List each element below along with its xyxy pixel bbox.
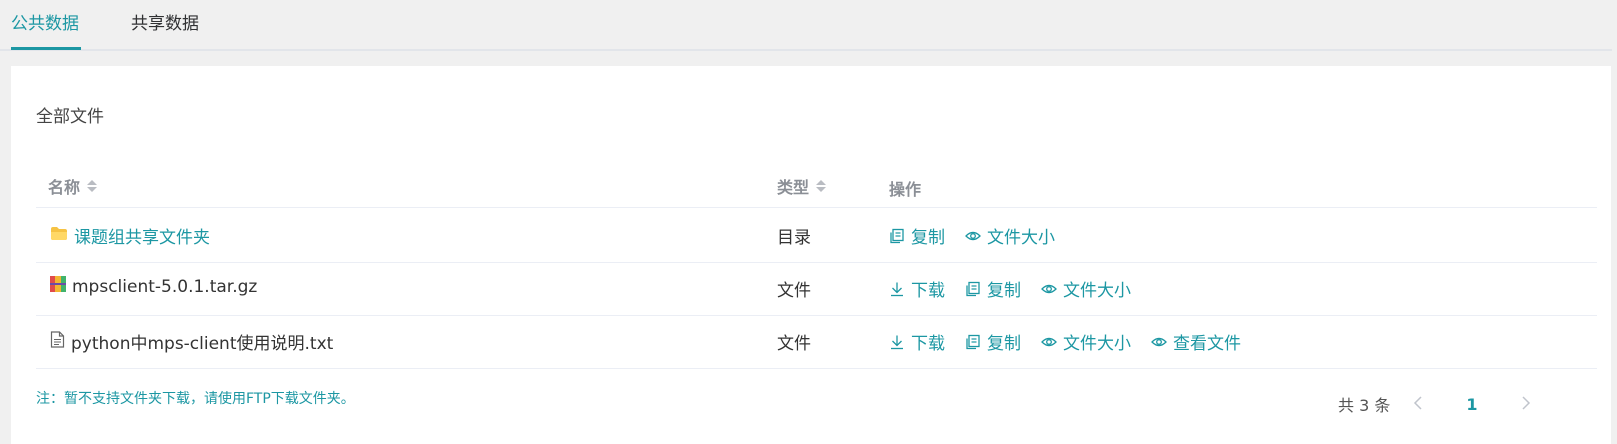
sort-icon[interactable] xyxy=(816,180,827,192)
column-header-name[interactable]: 名称 xyxy=(48,174,98,198)
file-size-button[interactable]: 文件大小 xyxy=(1041,276,1131,301)
actions-cell: 下载 复制 文件大小 查看文件 xyxy=(889,329,1241,354)
actions-cell: 复制 文件大小 xyxy=(889,223,1055,248)
copy-button[interactable]: 复制 xyxy=(965,329,1021,354)
column-header-type[interactable]: 类型 xyxy=(777,174,827,198)
file-size-button[interactable]: 文件大小 xyxy=(965,223,1055,248)
copy-icon xyxy=(966,334,980,349)
archive-icon xyxy=(50,276,66,297)
sort-icon[interactable] xyxy=(87,180,98,192)
download-note: 注：暂不支持文件夹下载，请使用FTP下载文件夹。 xyxy=(36,391,355,407)
download-button[interactable]: 下载 xyxy=(889,329,945,354)
tab-public-data[interactable]: 公共数据 xyxy=(11,14,81,50)
copy-icon xyxy=(966,281,980,296)
type-cell: 目录 xyxy=(777,228,811,248)
copy-button[interactable]: 复制 xyxy=(965,276,1021,301)
chevron-right-icon[interactable] xyxy=(1516,395,1536,414)
table-header: 名称 类型 操作 xyxy=(36,162,1597,208)
view-file-button[interactable]: 查看文件 xyxy=(1151,329,1241,354)
eye-icon xyxy=(1041,337,1057,346)
download-icon xyxy=(891,282,903,296)
page-number[interactable]: 1 xyxy=(1466,395,1477,414)
table-row: 课题组共享文件夹 目录 复制 文件大小 xyxy=(36,208,1597,263)
copy-icon xyxy=(890,228,904,243)
chevron-left-icon[interactable] xyxy=(1408,395,1428,414)
eye-icon xyxy=(1041,284,1057,293)
total-count: 共 3 条 xyxy=(1338,396,1391,415)
tab-shared-data[interactable]: 共享数据 xyxy=(131,14,199,47)
file-name-cell: python中mps-client使用说明.txt xyxy=(50,329,333,354)
file-size-button[interactable]: 文件大小 xyxy=(1041,329,1131,354)
download-button[interactable]: 下载 xyxy=(889,276,945,301)
table-row: mpsclient-5.0.1.tar.gz 文件 下载 复制 文件大小 xyxy=(36,261,1597,316)
file-name-cell: 课题组共享文件夹 xyxy=(50,223,210,248)
actions-cell: 下载 复制 文件大小 xyxy=(889,276,1131,301)
copy-button[interactable]: 复制 xyxy=(889,223,945,248)
text-file-icon xyxy=(50,330,65,353)
type-cell: 文件 xyxy=(777,334,811,354)
tab-bar: 公共数据 共享数据 xyxy=(0,0,1612,51)
table-row: python中mps-client使用说明.txt 文件 下载 复制 文件大小 … xyxy=(36,314,1597,369)
folder-link[interactable]: 课题组共享文件夹 xyxy=(74,223,210,248)
section-title: 全部文件 xyxy=(36,107,104,127)
folder-icon xyxy=(50,226,68,246)
column-header-ops: 操作 xyxy=(889,180,922,199)
pagination: 共 3 条 1 xyxy=(1338,392,1536,416)
type-cell: 文件 xyxy=(777,281,811,301)
file-name-text: python中mps-client使用说明.txt xyxy=(71,334,334,354)
download-icon xyxy=(891,335,903,349)
file-name-cell: mpsclient-5.0.1.tar.gz xyxy=(50,276,257,297)
file-name-text: mpsclient-5.0.1.tar.gz xyxy=(72,276,258,297)
eye-icon xyxy=(965,231,981,240)
eye-icon xyxy=(1151,337,1167,346)
file-panel: 全部文件 名称 类型 操作 课题组共享文件夹 目录 复制 文件大小 mpscli… xyxy=(11,66,1611,444)
